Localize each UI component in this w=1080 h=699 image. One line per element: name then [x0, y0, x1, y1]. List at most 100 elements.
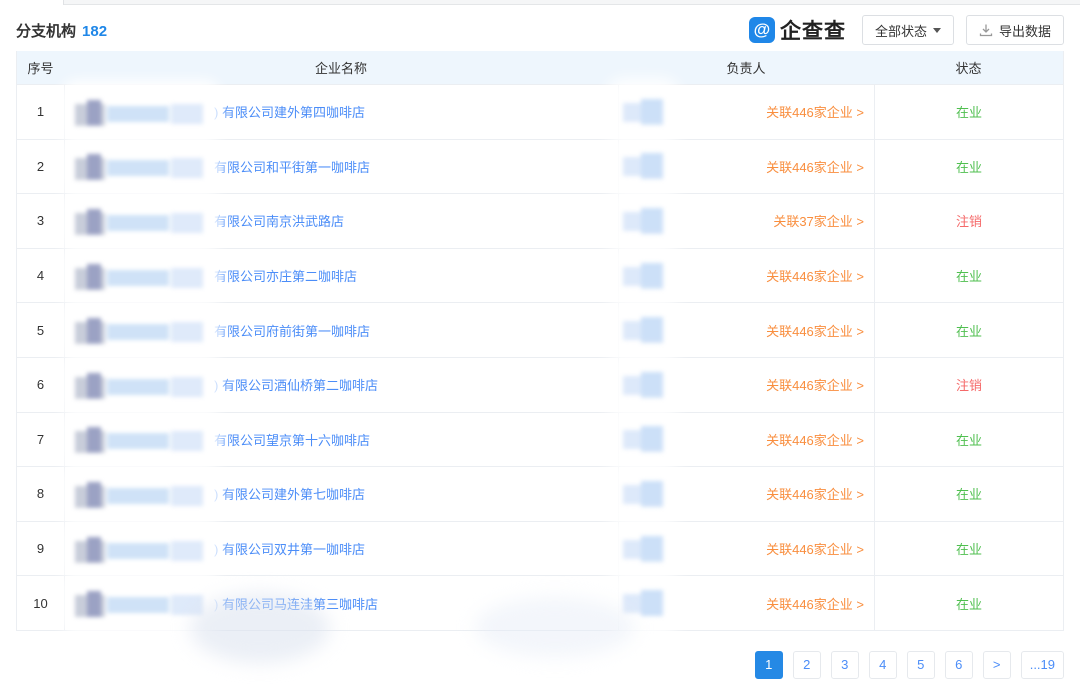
related-companies-link[interactable]: 关联37家企业 >	[773, 211, 864, 230]
related-companies-link[interactable]: 关联446家企业 >	[766, 484, 864, 503]
company-cell: ) 有限公司马连洼第三咖啡店	[64, 576, 618, 630]
table-row: 5 有限公司府前街第一咖啡店 关联446家企业 > 在业	[17, 302, 1063, 357]
status-cell: 在业	[874, 467, 1063, 521]
company-name-link[interactable]: 有限公司南京洪武路店	[214, 211, 344, 230]
table-row: 6 ) 有限公司酒仙桥第二咖啡店 关联446家企业 > 注销	[17, 357, 1063, 412]
table-row: 9 ) 有限公司双井第一咖啡店 关联446家企业 > 在业	[17, 521, 1063, 576]
table-row: 2 有限公司和平街第一咖啡店 关联446家企业 > 在业	[17, 139, 1063, 194]
person-cell: 关联446家企业 >	[618, 358, 874, 412]
qichacha-logo-icon: @	[749, 17, 775, 43]
table-row: 1 ) 有限公司建外第四咖啡店 关联446家企业 > 在业	[17, 84, 1063, 139]
page-button-3[interactable]: 3	[831, 651, 859, 679]
qichacha-logo-text: 企查查	[780, 15, 846, 45]
status-badge: 在业	[956, 430, 982, 449]
status-cell: 在业	[874, 522, 1063, 576]
status-cell: 在业	[874, 303, 1063, 357]
redacted-company-name	[73, 256, 209, 296]
status-filter-dropdown[interactable]: 全部状态	[862, 15, 954, 45]
status-cell: 注销	[874, 358, 1063, 412]
status-cell: 在业	[874, 249, 1063, 303]
company-cell: 有限公司和平街第一咖啡店	[64, 140, 618, 194]
redacted-person-name	[622, 203, 664, 239]
page-title: 分支机构	[16, 20, 76, 41]
row-number: 7	[17, 413, 64, 467]
redacted-person-name	[622, 531, 664, 567]
redacted-person-name	[622, 367, 664, 403]
company-name-link[interactable]: 有限公司亦庄第二咖啡店	[214, 266, 357, 285]
result-count: 182	[82, 23, 107, 40]
redacted-person-name	[622, 94, 664, 130]
export-data-button[interactable]: 导出数据	[966, 15, 1064, 45]
status-badge: 在业	[956, 157, 982, 176]
person-cell: 关联37家企业 >	[618, 194, 874, 248]
company-name-link[interactable]: ) 有限公司马连洼第三咖啡店	[214, 594, 378, 613]
status-badge: 在业	[956, 266, 982, 285]
related-companies-link[interactable]: 关联446家企业 >	[766, 102, 864, 121]
company-name-link[interactable]: ) 有限公司建外第四咖啡店	[214, 102, 365, 121]
related-companies-link[interactable]: 关联446家企业 >	[766, 266, 864, 285]
redacted-company-name	[73, 583, 209, 623]
person-cell: 关联446家企业 >	[618, 576, 874, 630]
related-companies-link[interactable]: 关联446家企业 >	[766, 539, 864, 558]
company-name-link[interactable]: 有限公司府前街第一咖啡店	[214, 321, 370, 340]
redacted-company-name	[73, 419, 209, 459]
related-companies-link[interactable]: 关联446家企业 >	[766, 594, 864, 613]
row-number: 9	[17, 522, 64, 576]
status-filter-label: 全部状态	[875, 21, 927, 40]
column-header-person: 负责人	[618, 58, 874, 77]
company-name-link[interactable]: ) 有限公司建外第七咖啡店	[214, 484, 365, 503]
status-cell: 在业	[874, 140, 1063, 194]
company-name-link[interactable]: ) 有限公司酒仙桥第二咖啡店	[214, 375, 378, 394]
related-companies-link[interactable]: 关联446家企业 >	[766, 157, 864, 176]
redacted-person-name	[622, 312, 664, 348]
branch-offices-page: 分支机构 182 @ 企查查 全部状态 导出数据 序号 企业名称 负责人	[0, 5, 1080, 679]
page-button-6[interactable]: 6	[945, 651, 973, 679]
status-cell: 在业	[874, 413, 1063, 467]
status-cell: 在业	[874, 576, 1063, 630]
redacted-company-name	[73, 201, 209, 241]
person-cell: 关联446家企业 >	[618, 303, 874, 357]
next-page-button[interactable]: >	[983, 651, 1011, 679]
status-cell: 在业	[874, 85, 1063, 139]
row-number: 10	[17, 576, 64, 630]
column-header-no: 序号	[17, 58, 64, 77]
page-button-1[interactable]: 1	[755, 651, 783, 679]
download-icon	[979, 23, 993, 37]
branch-table: 序号 企业名称 负责人 状态 1 ) 有限公司建外第四咖啡店 关联446家企业 …	[16, 51, 1064, 631]
person-cell: 关联446家企业 >	[618, 522, 874, 576]
company-name-link[interactable]: 有限公司和平街第一咖啡店	[214, 157, 370, 176]
company-name-link[interactable]: ) 有限公司双井第一咖啡店	[214, 539, 365, 558]
related-companies-link[interactable]: 关联446家企业 >	[766, 321, 864, 340]
table-row: 10 ) 有限公司马连洼第三咖啡店 关联446家企业 > 在业	[17, 575, 1063, 630]
status-badge: 在业	[956, 594, 982, 613]
column-header-status: 状态	[874, 58, 1063, 77]
redacted-person-name	[622, 476, 664, 512]
company-name-link[interactable]: 有限公司望京第十六咖啡店	[214, 430, 370, 449]
pagination: 1 2 3 4 5 6 > ...19	[16, 651, 1064, 679]
page-button-5[interactable]: 5	[907, 651, 935, 679]
company-cell: 有限公司亦庄第二咖啡店	[64, 249, 618, 303]
related-companies-link[interactable]: 关联446家企业 >	[766, 430, 864, 449]
company-cell: ) 有限公司建外第四咖啡店	[64, 85, 618, 139]
row-number: 6	[17, 358, 64, 412]
person-cell: 关联446家企业 >	[618, 467, 874, 521]
redacted-person-name	[622, 585, 664, 621]
related-companies-link[interactable]: 关联446家企业 >	[766, 375, 864, 394]
redacted-company-name	[73, 365, 209, 405]
person-cell: 关联446家企业 >	[618, 85, 874, 139]
table-header-row: 序号 企业名称 负责人 状态	[17, 51, 1063, 84]
status-badge: 在业	[956, 102, 982, 121]
caret-down-icon	[933, 28, 941, 33]
redacted-company-name	[73, 92, 209, 132]
export-data-label: 导出数据	[999, 21, 1051, 40]
table-row: 3 有限公司南京洪武路店 关联37家企业 > 注销	[17, 193, 1063, 248]
redacted-company-name	[73, 529, 209, 569]
table-row: 8 ) 有限公司建外第七咖啡店 关联446家企业 > 在业	[17, 466, 1063, 521]
company-cell: ) 有限公司酒仙桥第二咖啡店	[64, 358, 618, 412]
last-page-button[interactable]: ...19	[1021, 651, 1064, 679]
page-button-4[interactable]: 4	[869, 651, 897, 679]
redacted-person-name	[622, 148, 664, 184]
redacted-company-name	[73, 310, 209, 350]
table-row: 4 有限公司亦庄第二咖啡店 关联446家企业 > 在业	[17, 248, 1063, 303]
page-button-2[interactable]: 2	[793, 651, 821, 679]
